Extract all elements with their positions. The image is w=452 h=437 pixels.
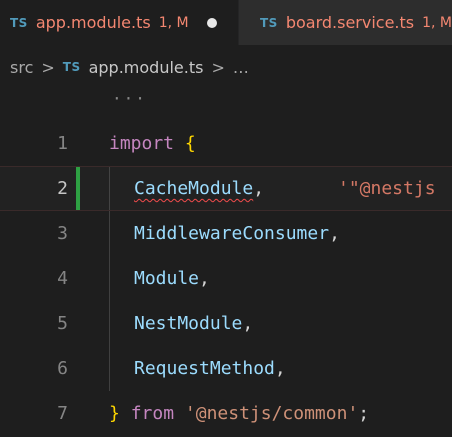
editor-window: TS app.module.ts 1, M TS board.service.t… <box>0 0 452 437</box>
unsaved-changes-dot-icon[interactable] <box>206 17 217 28</box>
code-text: MiddlewareConsumer, <box>134 223 340 244</box>
code-text: RequestMethod, <box>134 358 286 379</box>
code-line[interactable]: 5 NestModule, <box>0 301 452 346</box>
code-text: Module, <box>134 268 210 289</box>
code-line[interactable]: 7 } from '@nestjs/common'; <box>0 391 452 436</box>
line-number: 1 <box>57 133 68 154</box>
line-number: 2 <box>57 178 68 199</box>
string-token: '@nestjs/common' <box>184 403 359 424</box>
code-text: CacheModule, <box>134 178 264 199</box>
tab-problem-status: 1, M <box>158 14 189 31</box>
comma-token: , <box>199 268 210 289</box>
tab-app-module[interactable]: TS app.module.ts 1, M <box>0 0 238 45</box>
tab-label: board.service.ts <box>285 13 415 32</box>
line-number: 4 <box>57 268 68 289</box>
inline-error-hint: '"@nestjs <box>338 178 436 199</box>
code-line[interactable]: 1 import { <box>0 121 452 166</box>
code-line-current[interactable]: 2 CacheModule, '"@nestjs <box>0 166 452 211</box>
comma-token: , <box>242 313 254 334</box>
brace-token: } <box>109 403 120 424</box>
identifier-token: MiddlewareConsumer <box>134 223 330 244</box>
comma-token: , <box>329 223 340 244</box>
code-text: import { <box>109 133 196 154</box>
semicolon-token: ; <box>358 403 370 424</box>
typescript-file-icon: TS <box>62 60 81 74</box>
code-editor[interactable]: ··· 1 import { 2 CacheModule, '"@nestjs … <box>0 89 452 437</box>
code-text: NestModule, <box>134 313 253 334</box>
tab-problem-status: 1, M <box>422 14 452 31</box>
keyword-token: import <box>109 133 175 154</box>
keyword-token: from <box>130 403 175 424</box>
tab-bar: TS app.module.ts 1, M TS board.service.t… <box>0 0 452 45</box>
git-modified-gutter-indicator[interactable] <box>76 167 80 210</box>
breadcrumb-file[interactable]: app.module.ts <box>89 58 204 77</box>
typescript-file-icon: TS <box>260 15 278 30</box>
identifier-token-error: CacheModule <box>134 178 254 199</box>
typescript-file-icon: TS <box>10 15 28 30</box>
identifier-token: NestModule <box>134 313 243 334</box>
folded-region-marker[interactable]: ··· <box>112 89 147 108</box>
chevron-right-icon: > <box>211 57 225 77</box>
code-line[interactable]: 6 RequestMethod, <box>0 346 452 391</box>
identifier-token: RequestMethod <box>134 358 275 379</box>
code-text: } from '@nestjs/common'; <box>109 403 369 424</box>
code-line[interactable]: 4 Module, <box>0 256 452 301</box>
chevron-right-icon: > <box>41 57 55 77</box>
comma-token: , <box>253 178 265 199</box>
code-line[interactable]: 3 MiddlewareConsumer, <box>0 211 452 256</box>
identifier-token: Module <box>134 268 200 289</box>
line-number: 7 <box>57 403 68 424</box>
breadcrumb: src > TS app.module.ts > … <box>0 45 452 89</box>
comma-token: , <box>274 358 286 379</box>
line-number: 3 <box>57 223 68 244</box>
tab-board-service[interactable]: TS board.service.ts 1, M <box>238 0 452 45</box>
line-number: 6 <box>57 358 68 379</box>
breadcrumb-folder-src[interactable]: src <box>10 58 33 77</box>
breadcrumb-symbol-ellipsis[interactable]: … <box>233 58 249 77</box>
tab-label: app.module.ts <box>35 13 151 32</box>
line-number: 5 <box>57 313 68 334</box>
brace-token: { <box>184 133 196 154</box>
